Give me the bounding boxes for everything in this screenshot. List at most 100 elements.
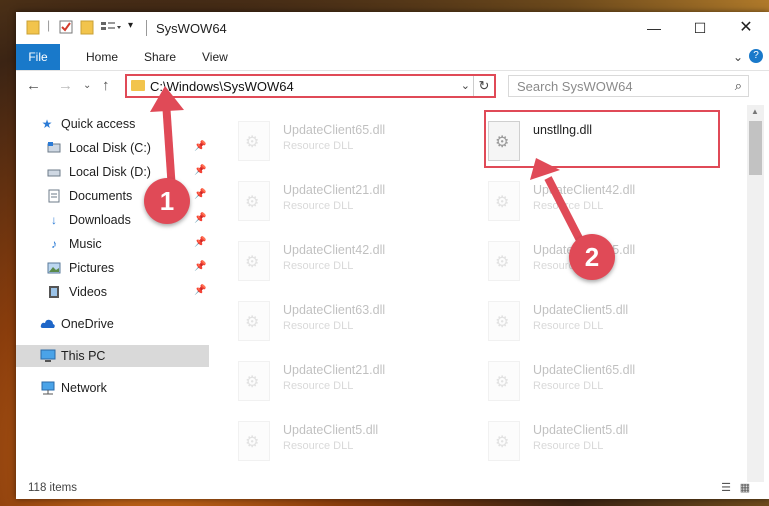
sidebar-item-label: Network [61, 381, 107, 395]
file-type: Resource DLL [283, 260, 354, 272]
expand-ribbon-icon[interactable]: ⌄ [733, 50, 743, 64]
file-name: UpdateClient63.dll [283, 303, 386, 317]
sidebar-item-local-disk-d[interactable]: Local Disk (D:) 📌 [16, 161, 209, 183]
sidebar-item-label: Music [69, 237, 102, 251]
drive-icon [47, 165, 61, 179]
vertical-scrollbar[interactable]: ▲ [747, 105, 764, 482]
title-bar: | ▾ SysWOW64 — ☐ ✕ [16, 12, 769, 44]
step-2-badge: 2 [569, 234, 615, 280]
file-item[interactable]: ⚙ UpdateClient21.dll Resource DLL [216, 353, 456, 409]
file-item[interactable]: ⚙ UpdateClient5.dll Resource DLL [466, 413, 706, 469]
dll-file-icon: ⚙ [238, 361, 270, 401]
ribbon: File Home Share View ⌄ ? [16, 44, 769, 71]
sidebar-item-videos[interactable]: Videos 📌 [16, 281, 209, 303]
customize-toolbar-icon[interactable]: ▾ [128, 20, 133, 31]
sidebar-item-label: Local Disk (C:) [69, 141, 151, 155]
file-item[interactable]: ⚙ UpdateClient65.dll Resource DLL [216, 113, 456, 169]
file-type: Resource DLL [533, 320, 604, 332]
explorer-window: | ▾ SysWOW64 — ☐ ✕ File Home Share View … [16, 12, 769, 499]
folder-icon [26, 19, 40, 38]
file-type: Resource DLL [283, 380, 354, 392]
tab-home[interactable]: Home [86, 44, 118, 70]
network-icon [40, 381, 55, 395]
dll-file-icon: ⚙ [488, 421, 520, 461]
gear-icon: ⚙ [245, 194, 260, 211]
properties-icon[interactable] [58, 19, 74, 38]
gear-icon: ⚙ [245, 254, 260, 271]
file-type: Resource DLL [533, 200, 604, 212]
forward-arrow-icon[interactable]: → [58, 77, 73, 94]
file-item[interactable]: ⚙ UpdateClient21.dll Resource DLL [216, 173, 456, 229]
sidebar-item-pictures[interactable]: Pictures 📌 [16, 257, 209, 279]
file-item[interactable]: ⚙ UpdateClient42.dll Resource DLL [216, 233, 456, 289]
dll-file-icon: ⚙ [488, 361, 520, 401]
status-bar: 118 items ☰ ▦ [16, 478, 769, 499]
sidebar-item-this-pc[interactable]: This PC [16, 345, 209, 367]
sidebar-item-label: Videos [69, 285, 107, 299]
pin-icon[interactable]: 📌 [194, 213, 206, 224]
file-name: UpdateClient65.dll [283, 123, 386, 137]
address-dropdown-icon[interactable]: ⌄ [461, 79, 470, 92]
file-item[interactable]: ⚙ UpdateClient63.dll Resource DLL [216, 293, 456, 349]
tab-view[interactable]: View [202, 44, 228, 70]
refresh-icon[interactable]: ↻ [473, 76, 494, 96]
scrollbar-thumb[interactable] [749, 121, 762, 175]
dll-file-icon: ⚙ [238, 421, 270, 461]
tab-file[interactable]: File [16, 44, 60, 70]
pin-icon[interactable]: 📌 [194, 261, 206, 272]
sidebar-item-onedrive[interactable]: OneDrive [16, 313, 209, 335]
navigation-bar: ← → ⌄ ↑ C:\Windows\SysWOW64 ⌄ ↻ Search S… [16, 71, 769, 103]
file-type: Resource DLL [283, 140, 354, 152]
documents-icon [47, 189, 61, 203]
close-button[interactable]: ✕ [723, 12, 769, 44]
sidebar-item-label: Documents [69, 189, 133, 203]
file-item[interactable]: ⚙ UpdateClient5.dll Resource DLL [216, 413, 456, 469]
gear-icon: ⚙ [245, 374, 260, 391]
recent-locations-icon[interactable]: ⌄ [83, 80, 91, 91]
search-placeholder[interactable]: Search SysWOW64 [517, 79, 633, 94]
pin-icon[interactable]: 📌 [194, 285, 206, 296]
view-options-icon[interactable] [100, 19, 122, 38]
star-icon: ★ [41, 117, 53, 131]
pin-icon[interactable]: 📌 [194, 165, 206, 176]
title-separator [146, 20, 147, 36]
sidebar-item-network[interactable]: Network [16, 377, 209, 399]
file-item[interactable]: ⚙ UpdateClient5.dll Resource DLL [466, 293, 706, 349]
step-1-badge: 1 [144, 178, 190, 224]
gear-icon: ⚙ [495, 434, 510, 451]
cloud-icon [40, 317, 55, 331]
sidebar-item-music[interactable]: ♪ Music 📌 [16, 233, 209, 255]
address-bar[interactable]: C:\Windows\SysWOW64 ⌄ ↻ [125, 74, 496, 98]
tab-share[interactable]: Share [144, 44, 176, 70]
file-item[interactable]: ⚙ UpdateClient42.dll Resource DLL [466, 173, 706, 229]
file-type: Resource DLL [283, 440, 354, 452]
large-icons-view-icon[interactable]: ▦ [738, 482, 752, 494]
file-item[interactable]: ⚙ UpdateClient65.dll Resource DLL [466, 353, 706, 409]
up-arrow-icon[interactable]: ↑ [102, 77, 110, 94]
file-name: UpdateClient65.dll [533, 363, 636, 377]
address-path[interactable]: C:\Windows\SysWOW64 [150, 79, 294, 94]
gear-icon: ⚙ [245, 434, 260, 451]
sidebar-item-label: Pictures [69, 261, 115, 275]
sidebar-item-label: This PC [61, 349, 106, 363]
back-arrow-icon[interactable]: ← [26, 77, 41, 94]
download-icon: ↓ [51, 213, 57, 227]
sidebar-item-local-disk-c[interactable]: Local Disk (C:) 📌 [16, 137, 209, 159]
pin-icon[interactable]: 📌 [194, 237, 206, 248]
help-icon[interactable]: ? [749, 49, 763, 63]
search-icon[interactable]: ⌕ [735, 78, 742, 94]
highlight-box [484, 110, 720, 168]
minimize-button[interactable]: — [631, 12, 677, 44]
gear-icon: ⚙ [495, 314, 510, 331]
pictures-icon [47, 261, 61, 275]
maximize-button[interactable]: ☐ [677, 12, 723, 44]
window-title: SysWOW64 [156, 21, 227, 36]
sidebar-item-quick-access[interactable]: ★ Quick access [16, 113, 209, 135]
new-folder-icon[interactable] [80, 19, 94, 38]
pin-icon[interactable]: 📌 [194, 141, 206, 152]
gear-icon: ⚙ [495, 194, 510, 211]
search-box[interactable]: Search SysWOW64 ⌕ [508, 75, 749, 97]
scroll-up-icon[interactable]: ▲ [751, 107, 759, 116]
details-view-icon[interactable]: ☰ [719, 482, 733, 494]
pin-icon[interactable]: 📌 [194, 189, 206, 200]
